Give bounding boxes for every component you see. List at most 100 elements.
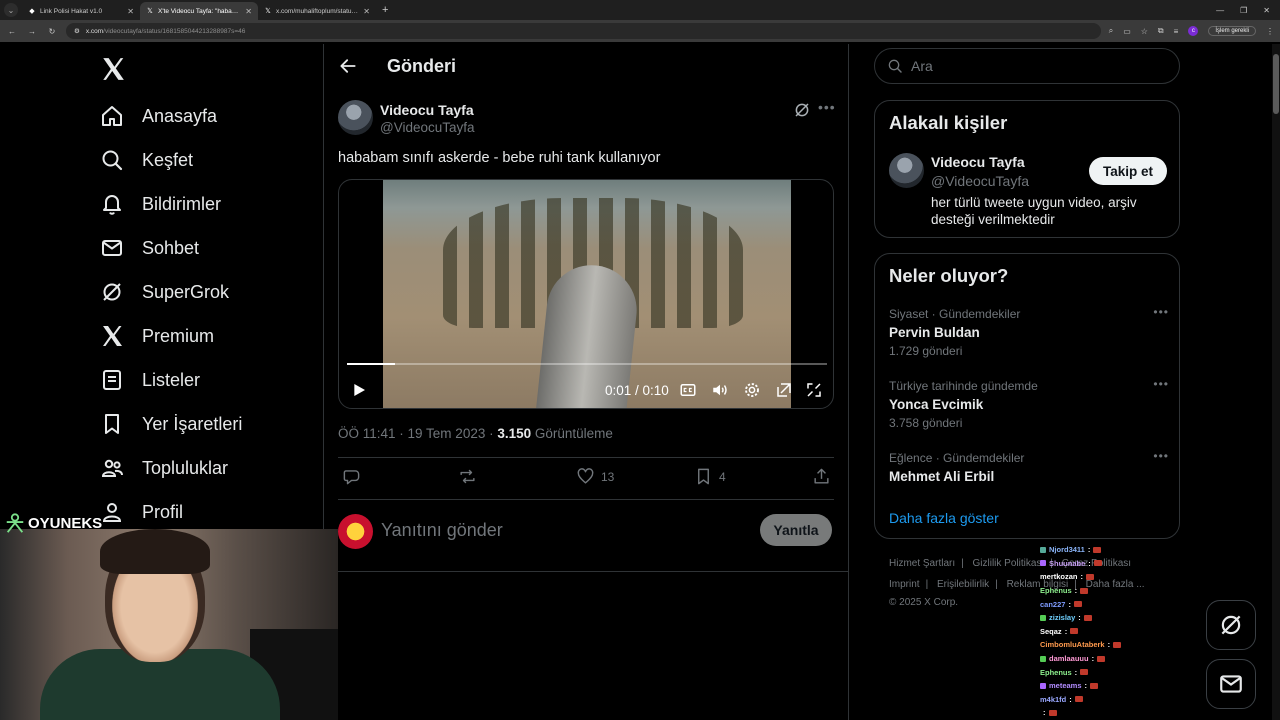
related-avatar[interactable] — [889, 153, 924, 188]
trend-item[interactable]: Eğlence · Gündemdekiler Mehmet Ali Erbil… — [889, 449, 1169, 484]
browser-tab-2[interactable]: 𝕏 X'te Videocu Tayfa: "hababam ... ✕ — [140, 2, 258, 20]
video-time: 0:01 / 0:10 — [605, 383, 669, 398]
copyright: © 2025 X Corp. — [889, 597, 959, 608]
video-progress-bar[interactable] — [347, 363, 827, 365]
nav-item-chat[interactable]: Sohbet — [100, 233, 199, 263]
author-handle[interactable]: @VideocuTayfa — [380, 120, 475, 135]
nav-item-bookmarks[interactable]: Yer İşaretleri — [100, 409, 242, 439]
trend-item[interactable]: Siyaset · Gündemdekiler Pervin Buldan 1.… — [889, 305, 1169, 358]
tab-close-icon[interactable]: ✕ — [363, 7, 370, 16]
like-button[interactable]: 13 — [576, 467, 614, 486]
new-tab-button[interactable]: + — [382, 4, 388, 16]
tab-close-icon[interactable]: ✕ — [127, 7, 134, 16]
bookmark-button[interactable]: 4 — [694, 467, 726, 486]
video-player[interactable]: 0:01 / 0:10 — [338, 179, 834, 409]
share-button[interactable] — [812, 467, 831, 486]
post-timestamp[interactable]: ÖÖ 11:41 · 19 Tem 2023 · — [338, 426, 497, 441]
back-arrow-icon[interactable] — [338, 56, 358, 76]
video-frame[interactable] — [383, 180, 791, 408]
nav-item-communities[interactable]: Topluluklar — [100, 453, 228, 483]
chat-message: damlaauuu: — [1040, 652, 1160, 666]
show-more-link[interactable]: Daha fazla göster — [889, 510, 999, 526]
cast-icon[interactable]: ▭ — [1123, 27, 1131, 36]
nav-item-lists[interactable]: Listeler — [100, 365, 200, 395]
repost-button[interactable] — [458, 467, 477, 486]
media-icon[interactable]: ≡ — [1174, 27, 1179, 36]
footer-link[interactable]: Imprint — [889, 579, 920, 590]
site-info-icon[interactable]: ⚙ — [74, 27, 80, 35]
nav-item-profile[interactable]: Profil — [100, 497, 183, 527]
chat-username: Ephenus — [1040, 586, 1072, 596]
communities-icon — [101, 459, 123, 477]
chat-message: can227: — [1040, 597, 1160, 611]
tab-search-button[interactable]: ⌄ — [4, 3, 18, 17]
nav-item-premium[interactable]: Premium — [100, 321, 214, 351]
volume-icon[interactable] — [711, 381, 729, 399]
grok-icon[interactable] — [793, 101, 811, 119]
address-bar[interactable]: ⚙ x.com/videocutayfa/status/168158504421… — [66, 23, 1101, 39]
bell-icon — [103, 195, 121, 215]
reply-input[interactable]: Yanıtını gönder — [381, 520, 503, 541]
reply-submit-button[interactable]: Yanıtla — [760, 514, 832, 546]
pip-icon[interactable] — [775, 381, 793, 399]
related-name[interactable]: Videocu Tayfa — [931, 154, 1025, 170]
nav-item-home[interactable]: Anasayfa — [100, 101, 217, 131]
update-button[interactable]: İşlem gerekli — [1208, 26, 1256, 36]
messages-float-button[interactable] — [1206, 659, 1256, 709]
more-options-icon[interactable]: ••• — [818, 99, 836, 115]
author-avatar[interactable] — [338, 100, 373, 135]
nav-label: Anasayfa — [142, 105, 218, 126]
tab-close-icon[interactable]: ✕ — [245, 7, 252, 16]
x-logo-icon[interactable] — [100, 56, 126, 82]
grok-float-button[interactable] — [1206, 600, 1256, 650]
browser-tab-3[interactable]: 𝕏 x.com/muhaliftoplum/status/1... ✕ — [258, 2, 376, 20]
search-input[interactable]: Ara — [874, 48, 1180, 84]
maximize-icon[interactable]: ❐ — [1240, 6, 1247, 15]
chat-separator: : — [1107, 640, 1111, 650]
captions-icon[interactable] — [679, 381, 697, 399]
mail-icon — [1220, 675, 1242, 693]
settings-icon[interactable] — [743, 381, 761, 399]
follow-button[interactable]: Takip et — [1089, 157, 1167, 185]
author-name[interactable]: Videocu Tayfa — [380, 102, 474, 118]
chat-emote-icon — [1097, 655, 1106, 662]
tab-title: Link Polisi Hakat v1.0 — [40, 7, 103, 15]
minimize-icon[interactable]: — — [1216, 6, 1224, 15]
bookmark-icon — [105, 414, 119, 434]
views-label: Görüntüleme — [531, 426, 613, 441]
profile-avatar[interactable]: c — [1188, 26, 1199, 36]
chat-separator: : — [1064, 626, 1068, 636]
reply-button[interactable] — [342, 467, 361, 486]
back-nav-icon[interactable]: ← — [6, 27, 18, 36]
close-window-icon[interactable]: ✕ — [1263, 6, 1270, 15]
extensions-icon[interactable]: ⧉ — [1158, 26, 1164, 36]
menu-dots-icon[interactable]: ⋮ — [1266, 27, 1274, 36]
tab-favicon-icon: ◆ — [29, 8, 35, 15]
chat-message: Seqaz: — [1040, 625, 1160, 639]
trend-item[interactable]: Türkiye tarihinde gündemde Yonca Evcimik… — [889, 377, 1169, 430]
footer-link[interactable]: Gizlilik Politikası — [973, 558, 1045, 569]
page-scrollbar[interactable] — [1272, 44, 1280, 720]
browser-tab-1[interactable]: ◆ Link Polisi Hakat v1.0 ✕ — [22, 2, 140, 20]
forward-nav-icon[interactable]: → — [26, 27, 38, 36]
reload-icon[interactable]: ↻ — [46, 27, 58, 36]
fullscreen-icon[interactable] — [805, 381, 823, 399]
related-handle[interactable]: @VideocuTayfa — [931, 173, 1029, 189]
user-avatar[interactable] — [338, 514, 373, 549]
nav-item-notifications[interactable]: Bildirimler — [100, 189, 221, 219]
scrollbar-thumb[interactable] — [1273, 54, 1279, 114]
footer-link[interactable]: Hizmet Şartları — [889, 558, 955, 569]
chat-username: Seqaz — [1040, 626, 1062, 636]
nav-item-explore[interactable]: Keşfet — [100, 145, 193, 175]
more-options-icon[interactable]: ••• — [1153, 305, 1169, 319]
nav-item-supergrok[interactable]: SuperGrok — [100, 277, 229, 307]
star-icon[interactable]: ☆ — [1141, 27, 1148, 36]
home-icon — [102, 106, 122, 126]
trend-context: Siyaset · Gündemdekiler — [889, 307, 1021, 321]
nav-label: Topluluklar — [142, 457, 229, 478]
more-options-icon[interactable]: ••• — [1153, 449, 1169, 463]
play-icon[interactable] — [351, 382, 367, 398]
zoom-icon[interactable]: ⌕ — [1109, 26, 1113, 36]
footer-link[interactable]: Erişilebilirlik — [937, 579, 989, 590]
more-options-icon[interactable]: ••• — [1153, 377, 1169, 391]
